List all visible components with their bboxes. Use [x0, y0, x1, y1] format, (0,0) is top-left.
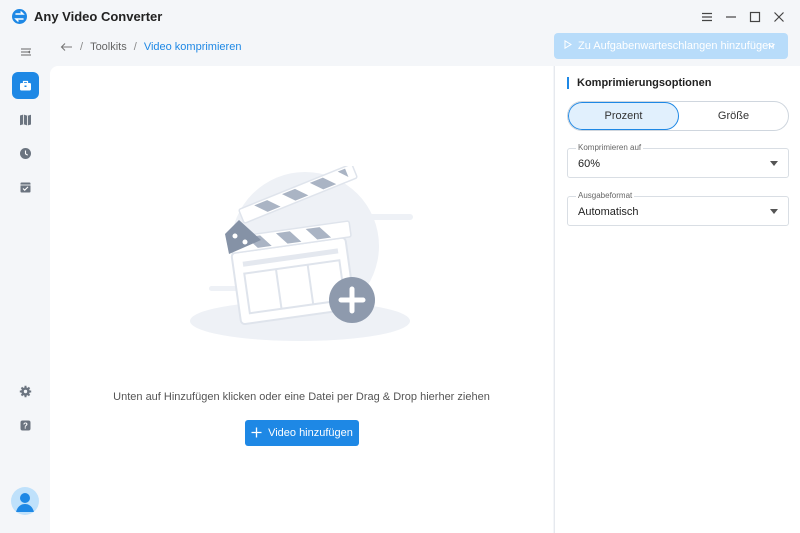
chevron-down-icon[interactable]: [767, 41, 776, 53]
breadcrumb-separator: /: [133, 41, 137, 53]
plus-icon: [251, 426, 262, 441]
breadcrumb-separator: /: [80, 41, 84, 53]
help-button[interactable]: ?: [12, 412, 39, 439]
sidebar: ?: [0, 34, 50, 533]
arrow-left-icon[interactable]: [60, 42, 73, 52]
drop-hint: Unten auf Hinzufügen klicken oder eine D…: [113, 391, 490, 403]
breadcrumb: / Toolkits / Video komprimieren: [60, 39, 241, 55]
add-video-button[interactable]: Video hinzufügen: [245, 420, 359, 446]
menu-icon[interactable]: [698, 8, 716, 26]
maximize-icon[interactable]: [746, 8, 764, 26]
compress-to-value: 60%: [578, 158, 601, 170]
clapperboard-add-icon: [190, 166, 413, 341]
add-to-queue-button[interactable]: Zu Aufgabenwarteschlangen hinzufügen: [554, 33, 788, 59]
svg-text:?: ?: [23, 422, 28, 431]
app-logo-icon: [12, 9, 27, 24]
compress-to-label: Komprimieren auf: [576, 143, 644, 152]
gear-icon: [19, 385, 32, 398]
caret-down-icon: [770, 209, 778, 214]
help-icon: ?: [20, 420, 31, 431]
add-video-label: Video hinzufügen: [268, 427, 353, 439]
clock-icon: [20, 148, 31, 159]
tab-prozent[interactable]: Prozent: [568, 102, 679, 130]
mode-toggle: Prozent Größe: [567, 101, 789, 131]
sidebar-collapse-icon[interactable]: [12, 38, 39, 65]
sidebar-item-library[interactable]: [12, 106, 39, 133]
breadcrumb-toolkits[interactable]: Toolkits: [90, 41, 127, 53]
tab-groesse[interactable]: Größe: [679, 102, 788, 130]
output-format-value: Automatisch: [578, 206, 639, 218]
drop-area[interactable]: Unten auf Hinzufügen klicken oder eine D…: [50, 66, 553, 533]
output-format-select[interactable]: Ausgabeformat Automatisch: [567, 191, 789, 226]
add-to-queue-label: Zu Aufgabenwarteschlangen hinzufügen: [578, 40, 775, 52]
sidebar-item-history[interactable]: [12, 140, 39, 167]
compress-to-select[interactable]: Komprimieren auf 60%: [567, 143, 789, 178]
app-title: Any Video Converter: [34, 9, 163, 24]
map-icon: [20, 114, 31, 126]
sidebar-item-toolkits[interactable]: [12, 72, 39, 99]
settings-button[interactable]: [12, 378, 39, 405]
play-icon: [564, 39, 572, 52]
minimize-icon[interactable]: [722, 8, 740, 26]
window-controls: [698, 8, 788, 26]
options-panel: Komprimierungsoptionen Prozent Größe Kom…: [554, 66, 800, 533]
sidebar-item-tasks[interactable]: [12, 174, 39, 201]
close-icon[interactable]: [770, 8, 788, 26]
briefcase-icon: [20, 80, 31, 91]
output-format-label: Ausgabeformat: [576, 191, 635, 200]
breadcrumb-current: Video komprimieren: [143, 41, 242, 53]
checklist-icon: [20, 182, 31, 193]
user-avatar-icon[interactable]: [11, 487, 39, 515]
caret-down-icon: [770, 161, 778, 166]
options-title: Komprimierungsoptionen: [567, 77, 711, 89]
title-bar: Any Video Converter: [0, 0, 800, 34]
